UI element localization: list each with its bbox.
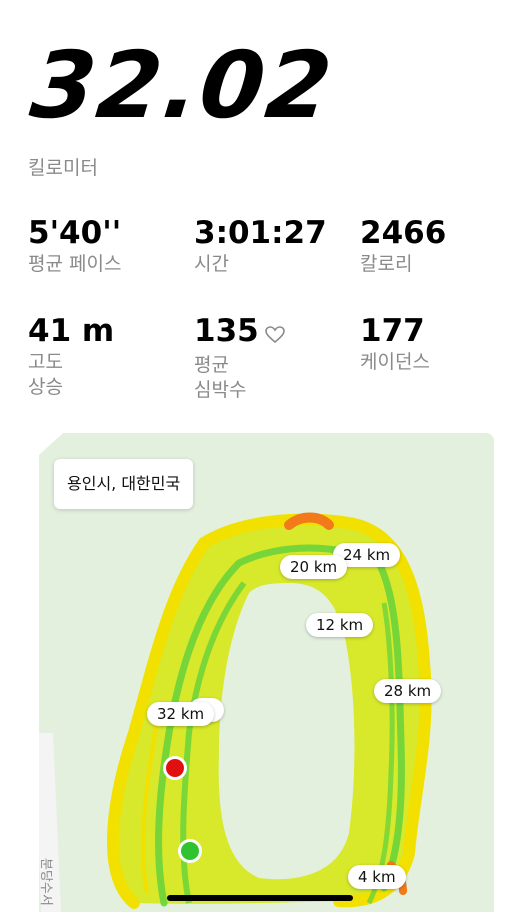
heart-rate-label: 평균 심박수 (194, 354, 247, 401)
map-road-corner (39, 433, 63, 455)
end-marker (166, 759, 184, 777)
calories-label: 칼로리 (360, 253, 413, 275)
location-label: 용인시, 대한민국 (54, 459, 194, 509)
calories-value: 2466 (360, 215, 447, 251)
stat-heart-rate: 135 평균 심박수 (194, 312, 285, 403)
start-marker (181, 842, 199, 860)
time-label: 시간 (194, 253, 229, 275)
distance-unit: 킬로미터 (28, 157, 98, 179)
road-label: 분당수서 (39, 858, 53, 906)
km-marker-4: 4 km (348, 865, 406, 889)
home-indicator[interactable] (167, 895, 353, 901)
distance-value: 32.02 (25, 32, 339, 139)
cadence-label: 케이던스 (360, 351, 430, 373)
stat-avg-pace: 5'40'' 평균 페이스 (28, 214, 121, 277)
km-marker-32: 32 km (147, 702, 215, 726)
heart-rate-value: 135 (194, 313, 259, 349)
heart-rate-row: 135 (194, 312, 285, 353)
heart-icon (264, 315, 285, 353)
stat-cadence: 177 케이던스 (360, 312, 430, 375)
time-value: 3:01:27 (194, 215, 327, 251)
km-marker-12: 12 km (306, 613, 374, 637)
stat-calories: 2466 칼로리 (360, 214, 446, 277)
elevation-value: 41 m (28, 313, 115, 349)
cadence-value: 177 (360, 313, 425, 349)
route-map[interactable]: 분당수서 용인시, 대한민국 24 km 20 km 12 km 28 km m… (39, 433, 494, 912)
avg-pace-label: 평균 페이스 (28, 253, 122, 275)
stat-time: 3:01:27 시간 (194, 214, 327, 277)
avg-pace-value: 5'40'' (28, 215, 122, 251)
elevation-label: 고도 상승 (28, 351, 63, 398)
km-marker-28: 28 km (374, 679, 442, 703)
km-marker-20: 20 km (280, 555, 348, 579)
stat-elevation: 41 m 고도 상승 (28, 312, 114, 400)
